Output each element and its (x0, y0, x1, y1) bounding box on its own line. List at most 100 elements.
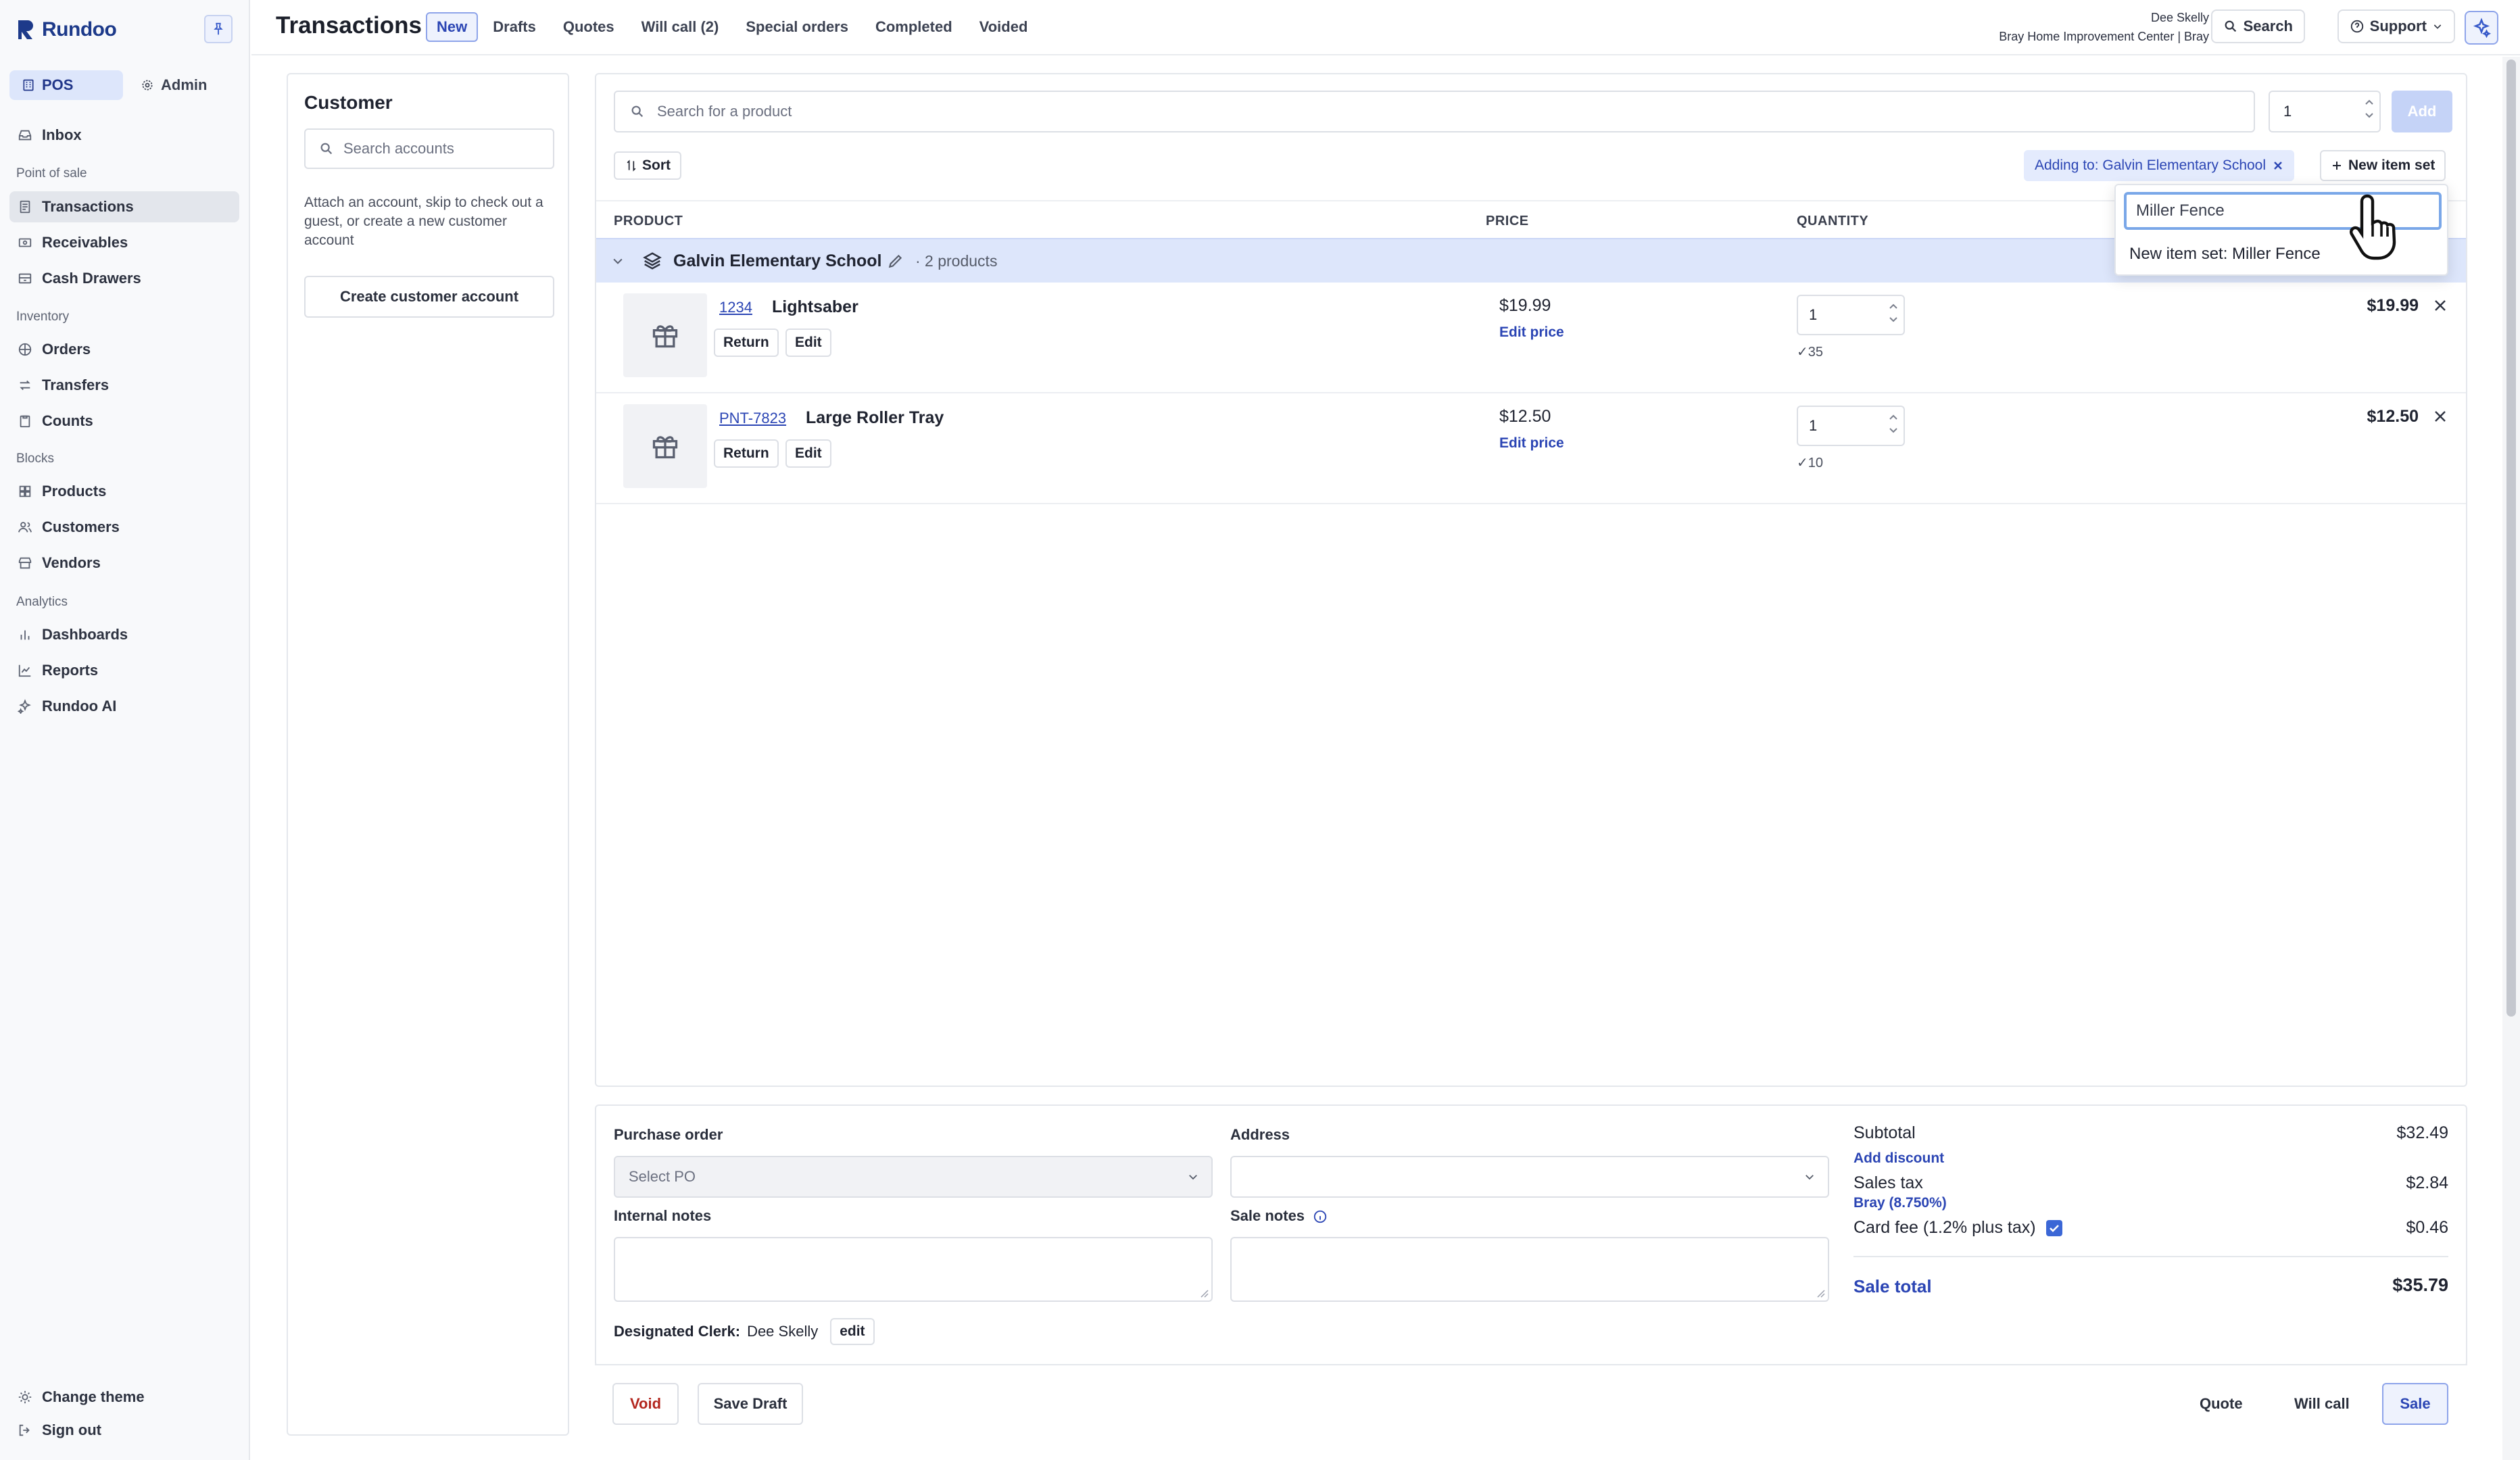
new-item-set-button[interactable]: New item set (2320, 150, 2446, 181)
address-select[interactable] (1230, 1156, 1829, 1198)
sidebar-item-cash-drawers[interactable]: Cash Drawers (9, 263, 239, 294)
resize-handle-icon[interactable] (1816, 1288, 1825, 1298)
close-icon[interactable] (2432, 297, 2448, 314)
sidebar-item-vendors[interactable]: Vendors (9, 548, 239, 579)
sort-button[interactable]: Sort (614, 151, 681, 180)
edit-price-link[interactable]: Edit price (1499, 435, 1564, 452)
internal-notes-field[interactable] (614, 1237, 1213, 1302)
designated-clerk: Designated Clerk: Dee Skelly edit (614, 1318, 875, 1345)
edit-button[interactable]: Edit (785, 328, 831, 357)
save-draft-button[interactable]: Save Draft (698, 1383, 803, 1425)
hand-cursor-icon (2348, 191, 2405, 264)
chevron-down-icon[interactable] (1889, 427, 1898, 434)
sidebar-item-dashboards[interactable]: Dashboards (9, 619, 239, 650)
stepper-arrows (2365, 99, 2374, 119)
page-scrollbar[interactable] (2502, 57, 2520, 1460)
void-button[interactable]: Void (612, 1383, 679, 1425)
sidebar-item-label: Dashboards (42, 626, 128, 643)
sidebar-item-inbox[interactable]: Inbox (9, 120, 239, 151)
sidebar-item-orders[interactable]: Orders (9, 334, 239, 365)
internal-notes-label: Internal notes (614, 1207, 712, 1224)
chevron-down-icon (1187, 1171, 1199, 1183)
stepper-arrows (1889, 414, 1898, 434)
sidebar-item-counts[interactable]: Counts (9, 406, 239, 437)
product-search-input[interactable]: Search for a product (614, 91, 2255, 132)
column-product: PRODUCT (614, 214, 683, 228)
app-logo[interactable]: Rundoo (16, 15, 117, 45)
sidebar-item-label: Customers (42, 518, 120, 535)
clerk-edit-button[interactable]: edit (830, 1318, 875, 1345)
sidebar-item-customers[interactable]: Customers (9, 512, 239, 543)
chevron-up-icon[interactable] (1889, 414, 1898, 420)
chevron-down-icon[interactable] (1889, 316, 1898, 323)
chevron-down-icon[interactable] (611, 254, 625, 268)
return-button[interactable]: Return (714, 439, 779, 468)
account-search-input[interactable]: Search accounts (304, 128, 554, 169)
pin-sidebar-button[interactable] (204, 15, 233, 43)
product-thumbnail (623, 293, 707, 377)
product-sku-link[interactable]: PNT-7823 (719, 410, 786, 427)
quote-button[interactable]: Quote (2200, 1383, 2243, 1425)
create-item-set-option[interactable]: New item set: Miller Fence (2129, 245, 2321, 264)
info-icon[interactable] (1313, 1209, 1328, 1224)
tax-region-link[interactable]: Bray (8.750%) (1853, 1195, 1947, 1211)
quantity-stepper[interactable]: 1 (1797, 295, 1905, 335)
subtotal-label: Subtotal (1853, 1123, 1916, 1142)
tab-voided[interactable]: Voided (967, 12, 1040, 42)
tab-drafts[interactable]: Drafts (481, 12, 548, 42)
edit-button[interactable]: Edit (785, 439, 831, 468)
sidebar-item-label: Products (42, 483, 107, 500)
resize-handle-icon[interactable] (1199, 1288, 1209, 1298)
edit-price-link[interactable]: Edit price (1499, 324, 1564, 341)
box-icon (18, 342, 32, 357)
pencil-icon[interactable] (887, 252, 904, 270)
sidebar-item-transactions[interactable]: Transactions (9, 191, 239, 222)
sale-notes-field[interactable] (1230, 1237, 1829, 1302)
close-icon[interactable] (2432, 408, 2448, 424)
mode-switch: POS Admin (9, 70, 219, 100)
search-icon (630, 104, 645, 119)
add-discount-link[interactable]: Add discount (1853, 1150, 1944, 1167)
support-button[interactable]: Support (2337, 9, 2455, 43)
add-quantity-stepper[interactable]: 1 (2269, 91, 2381, 132)
chevron-up-icon[interactable] (1889, 303, 1898, 310)
card-fee-checkbox[interactable] (2045, 1220, 2062, 1237)
tab-special-orders[interactable]: Special orders (733, 12, 861, 42)
sale-notes-label: Sale notes (1230, 1207, 1328, 1225)
mode-pos-button[interactable]: POS (9, 70, 123, 100)
address-label: Address (1230, 1126, 1290, 1143)
create-customer-button[interactable]: Create customer account (304, 276, 554, 318)
sidebar-item-transfers[interactable]: Transfers (9, 370, 239, 401)
tab-new[interactable]: New (426, 12, 479, 42)
product-sku-link[interactable]: 1234 (719, 299, 752, 316)
plus-icon (2331, 160, 2343, 172)
stock-count-value: 10 (1808, 456, 1824, 470)
purchase-order-select[interactable]: Select PO (614, 1156, 1213, 1198)
tab-will-call[interactable]: Will call (2) (629, 12, 731, 42)
rundoo-ai-button[interactable] (2465, 11, 2498, 45)
theme-icon (18, 1390, 32, 1405)
user-location: Bray Home Improvement Center | Bray (1999, 30, 2209, 43)
help-icon (2350, 19, 2365, 34)
return-button[interactable]: Return (714, 328, 779, 357)
sale-button[interactable]: Sale (2382, 1383, 2448, 1425)
sidebar-item-receivables[interactable]: Receivables (9, 227, 239, 258)
mode-admin-button[interactable]: Admin (128, 70, 219, 100)
chevron-down-icon[interactable] (2365, 112, 2374, 119)
sidebar-item-rundoo-ai[interactable]: Rundoo AI (9, 691, 239, 722)
sidebar-item-reports[interactable]: Reports (9, 655, 239, 686)
scrollbar-thumb[interactable] (2506, 59, 2516, 1017)
tab-completed[interactable]: Completed (863, 12, 965, 42)
global-search-button[interactable]: Search (2210, 9, 2305, 43)
section-analytics: Analytics (16, 595, 68, 609)
quantity-stepper[interactable]: 1 (1797, 406, 1905, 446)
user-info[interactable]: Dee Skelly Bray Home Improvement Center … (1999, 8, 2209, 46)
add-product-button[interactable]: Add (2392, 91, 2452, 132)
close-icon[interactable] (2273, 160, 2283, 171)
sidebar-item-products[interactable]: Products (9, 476, 239, 507)
sidebar-item-sign-out[interactable]: Sign out (9, 1415, 239, 1446)
chevron-up-icon[interactable] (2365, 99, 2374, 105)
tab-quotes[interactable]: Quotes (551, 12, 627, 42)
sidebar-item-change-theme[interactable]: Change theme (9, 1382, 239, 1413)
will-call-button[interactable]: Will call (2294, 1383, 2350, 1425)
